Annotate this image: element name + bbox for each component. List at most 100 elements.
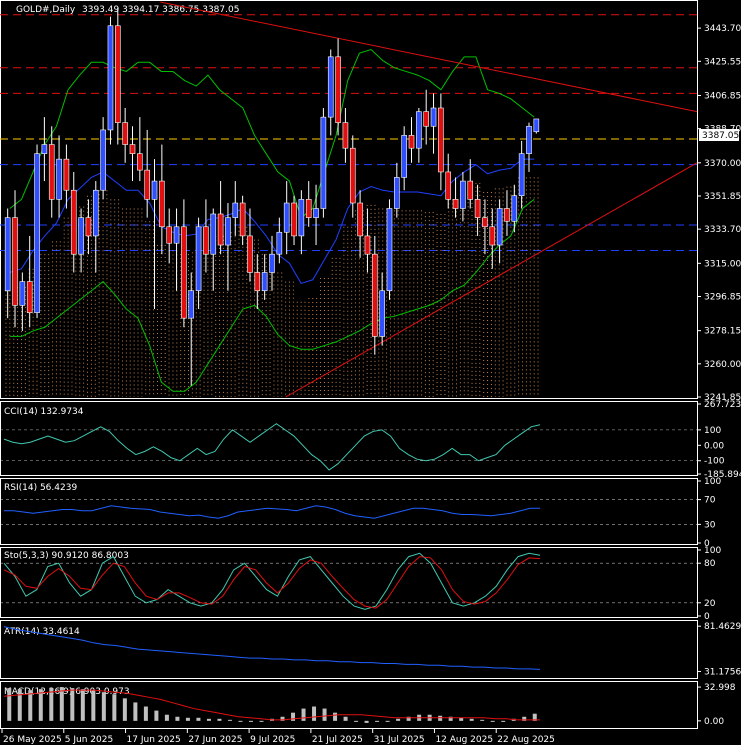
candle-body (225, 217, 231, 246)
cci-tick-label: 100 (704, 426, 721, 436)
candle-body (379, 290, 385, 337)
rsi-tick-label: 70 (704, 496, 716, 506)
candle-body (12, 217, 18, 306)
macd-bar (101, 692, 106, 721)
candle-body (445, 171, 452, 200)
current-price-label: 3387.05 (702, 131, 739, 141)
candle-body (394, 177, 400, 209)
stochastic-lines (0, 552, 697, 610)
cci-tick-label: 0.00 (704, 441, 724, 451)
cci-panel-border (0, 401, 698, 476)
macd-bar (291, 712, 296, 721)
rsi-tick-label: 30 (704, 520, 716, 530)
price-axis: 3443.703425.553406.853388.703370.003351.… (697, 24, 741, 403)
macd-bar (175, 716, 180, 721)
cci-label: CCI(14) 132.9734 (4, 407, 84, 417)
time-tick-label: 31 Jul 2025 (374, 735, 425, 745)
macd-bar (38, 689, 43, 721)
candle-body (269, 253, 275, 273)
macd-bar (133, 702, 138, 721)
macd-bar (185, 717, 190, 721)
macd-bar (7, 688, 12, 721)
candle-body (335, 56, 341, 123)
cci-tick-label: 267.7233 (704, 400, 741, 410)
candle-body (283, 202, 290, 233)
candle-body (217, 213, 224, 246)
candle-body (460, 180, 466, 209)
candle-body (511, 195, 518, 222)
macd-bar (238, 720, 243, 722)
candle-body (371, 253, 378, 337)
price-tick-label: 3333.70 (704, 225, 741, 235)
rsi-panel: RSI(14) 56.4239 10070300 (0, 477, 721, 549)
rsi-tick-label: 100 (704, 477, 721, 487)
cci-line (0, 423, 697, 471)
time-tick-label: 22 Aug 2025 (497, 735, 555, 745)
macd-bar (206, 718, 211, 721)
candle-body (342, 122, 349, 149)
time-axis: 26 May 2025 5 Jun 2025 17 Jun 2025 27 Jun 2… (1, 729, 555, 745)
candle-body (533, 118, 540, 133)
candle-body (166, 226, 173, 244)
price-tick-label: 3315.00 (704, 259, 741, 269)
candle-body (85, 217, 92, 237)
macd-bar (333, 712, 338, 721)
macd-bar (17, 689, 22, 721)
macd-bar (196, 717, 201, 721)
macd-histogram (3, 687, 540, 723)
macd-bar (438, 715, 443, 721)
candle-body (48, 144, 55, 200)
macd-bar (364, 720, 369, 723)
cci (3, 423, 541, 471)
candle-body (247, 235, 253, 273)
macd-bar (490, 720, 495, 722)
macd-bar (301, 708, 306, 721)
rsi (4, 505, 540, 519)
macd-bar (375, 720, 380, 722)
macd-bar (480, 719, 485, 721)
candle-body (349, 147, 356, 204)
candle-body (357, 202, 363, 237)
candle-body (320, 116, 327, 209)
candle-body (313, 208, 319, 218)
candle-body (276, 231, 283, 255)
candle-body (504, 208, 510, 222)
rsi-panel-border (0, 478, 698, 545)
macd-bar (143, 706, 148, 721)
time-tick-label: 21 Jul 2025 (312, 735, 363, 745)
macd-bar (343, 716, 348, 721)
atr-tick-label: 81.4629 (704, 622, 741, 632)
main-panel-border (0, 0, 698, 399)
macd-bar (112, 694, 117, 721)
candle-body (4, 217, 11, 292)
candle-body (408, 135, 415, 149)
candle-body (63, 158, 70, 191)
candle-body (188, 290, 195, 319)
stoch-main (3, 552, 541, 610)
macd-bar (259, 720, 264, 722)
stoch-axis: 100 80 20 0 (697, 546, 721, 622)
candle-body (115, 25, 121, 123)
macd-bar (91, 690, 96, 721)
stoch-signal (3, 556, 541, 609)
stoch-main-tick-label: 80 (704, 559, 716, 569)
candle-body (203, 226, 209, 255)
stoch-main-tick-label: 100 (704, 546, 721, 556)
price-tick-label: 3443.70 (704, 24, 741, 34)
chart-root: GOLD#,Daily 3393.49 3394.17 3386.75 3387… (0, 0, 741, 745)
trend-lines (160, 1, 698, 398)
time-tick-label: 9 Jul 2025 (250, 735, 295, 745)
candle-body (232, 202, 239, 218)
macd-bar (164, 714, 169, 721)
candle-body (210, 213, 217, 255)
macd-bar (28, 690, 33, 721)
macd-bar (154, 710, 159, 721)
symbol-label: GOLD#,Daily (16, 5, 76, 15)
rsi-label: RSI(14) 56.4239 (4, 483, 77, 493)
price-tick-label: 3296.85 (704, 292, 741, 302)
macd-bar (217, 718, 222, 721)
macd-bar (354, 720, 359, 722)
candle-body (107, 25, 114, 131)
price-tick-label: 3351.85 (704, 192, 741, 202)
candle-body (518, 153, 525, 197)
